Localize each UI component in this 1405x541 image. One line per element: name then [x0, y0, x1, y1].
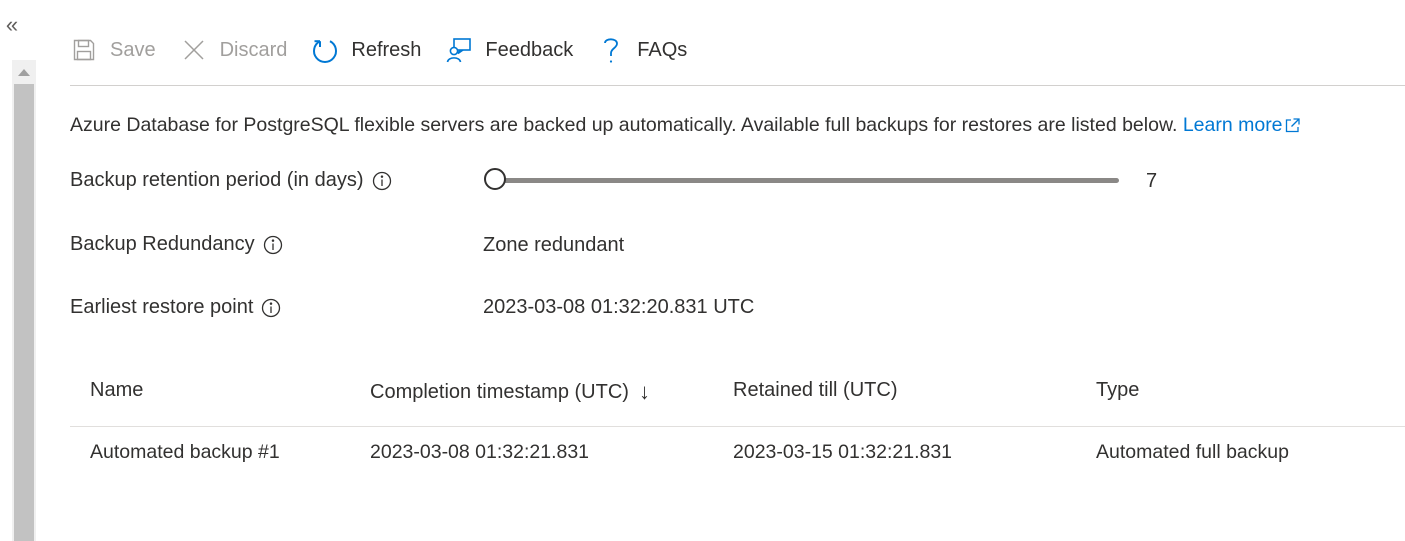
close-icon [180, 36, 208, 64]
info-icon[interactable] [372, 171, 392, 191]
save-label: Save [110, 38, 156, 61]
cell-name: Automated backup #1 [90, 441, 280, 463]
save-icon [70, 36, 98, 64]
discard-button[interactable]: Discard [180, 28, 288, 72]
cell-completion: 2023-03-08 01:32:21.831 [370, 441, 590, 463]
column-header-label: Retained till (UTC) [733, 379, 898, 401]
save-button[interactable]: Save [70, 28, 156, 72]
feedback-button[interactable]: Feedback [445, 28, 573, 72]
external-link-icon [1285, 116, 1300, 139]
description-text: Azure Database for PostgreSQL flexible s… [70, 114, 1178, 136]
redundancy-label: Backup Redundancy [70, 233, 283, 256]
column-header-label: Name [90, 379, 144, 401]
restore-point-label: Earliest restore point [70, 296, 281, 319]
faqs-label: FAQs [637, 38, 688, 61]
sort-descending-icon: ↓ [638, 379, 650, 404]
column-header-completion[interactable]: Completion timestamp (UTC) ↓ [370, 379, 650, 405]
column-header-name[interactable]: Name [90, 379, 143, 402]
backup-restore-page: « Save Discard Refresh Feedback FAQs Azu… [0, 0, 1405, 541]
redundancy-label-text: Backup Redundancy [70, 233, 255, 255]
column-header-label: Type [1096, 379, 1140, 401]
refresh-label: Refresh [351, 38, 422, 61]
collapse-nav-button[interactable]: « [2, 12, 22, 38]
retention-label-text: Backup retention period (in days) [70, 169, 364, 191]
restore-point-label-text: Earliest restore point [70, 296, 254, 318]
retention-label: Backup retention period (in days) [70, 169, 392, 192]
learn-more-label: Learn more [1182, 114, 1283, 136]
table-row[interactable]: Automated backup #1 2023-03-08 01:32:21.… [70, 427, 1405, 483]
column-header-retained[interactable]: Retained till (UTC) [733, 379, 897, 402]
retention-slider[interactable] [483, 166, 1123, 196]
slider-thumb[interactable] [484, 168, 506, 190]
feedback-label: Feedback [485, 38, 574, 61]
feedback-icon [445, 36, 473, 64]
page-description: Azure Database for PostgreSQL flexible s… [70, 114, 1300, 139]
redundancy-value: Zone redundant [483, 234, 625, 256]
cell-retained: 2023-03-15 01:32:21.831 [733, 441, 953, 463]
toolbar-divider [70, 85, 1405, 86]
vertical-scrollbar[interactable] [12, 60, 36, 541]
faqs-button[interactable]: FAQs [597, 28, 687, 72]
discard-label: Discard [219, 38, 288, 61]
cell-type: Automated full backup [1096, 441, 1289, 463]
refresh-button[interactable]: Refresh [311, 28, 421, 72]
learn-more-link[interactable]: Learn more [1183, 114, 1300, 136]
slider-track [495, 178, 1119, 183]
command-bar: Save Discard Refresh Feedback FAQs [70, 28, 1405, 72]
backups-table: Name Completion timestamp (UTC) ↓ Retain… [70, 362, 1405, 483]
table-header: Name Completion timestamp (UTC) ↓ Retain… [70, 362, 1405, 427]
question-icon [597, 36, 625, 64]
refresh-icon [311, 36, 339, 64]
scroll-up-arrow-icon[interactable] [12, 60, 36, 84]
info-icon[interactable] [263, 235, 283, 255]
scrollbar-thumb[interactable] [14, 84, 34, 541]
column-header-label: Completion timestamp (UTC) [370, 380, 629, 403]
info-icon[interactable] [261, 298, 281, 318]
restore-point-value: 2023-03-08 01:32:20.831 UTC [483, 296, 755, 318]
retention-value: 7 [1146, 170, 1158, 192]
column-header-type[interactable]: Type [1096, 379, 1139, 402]
